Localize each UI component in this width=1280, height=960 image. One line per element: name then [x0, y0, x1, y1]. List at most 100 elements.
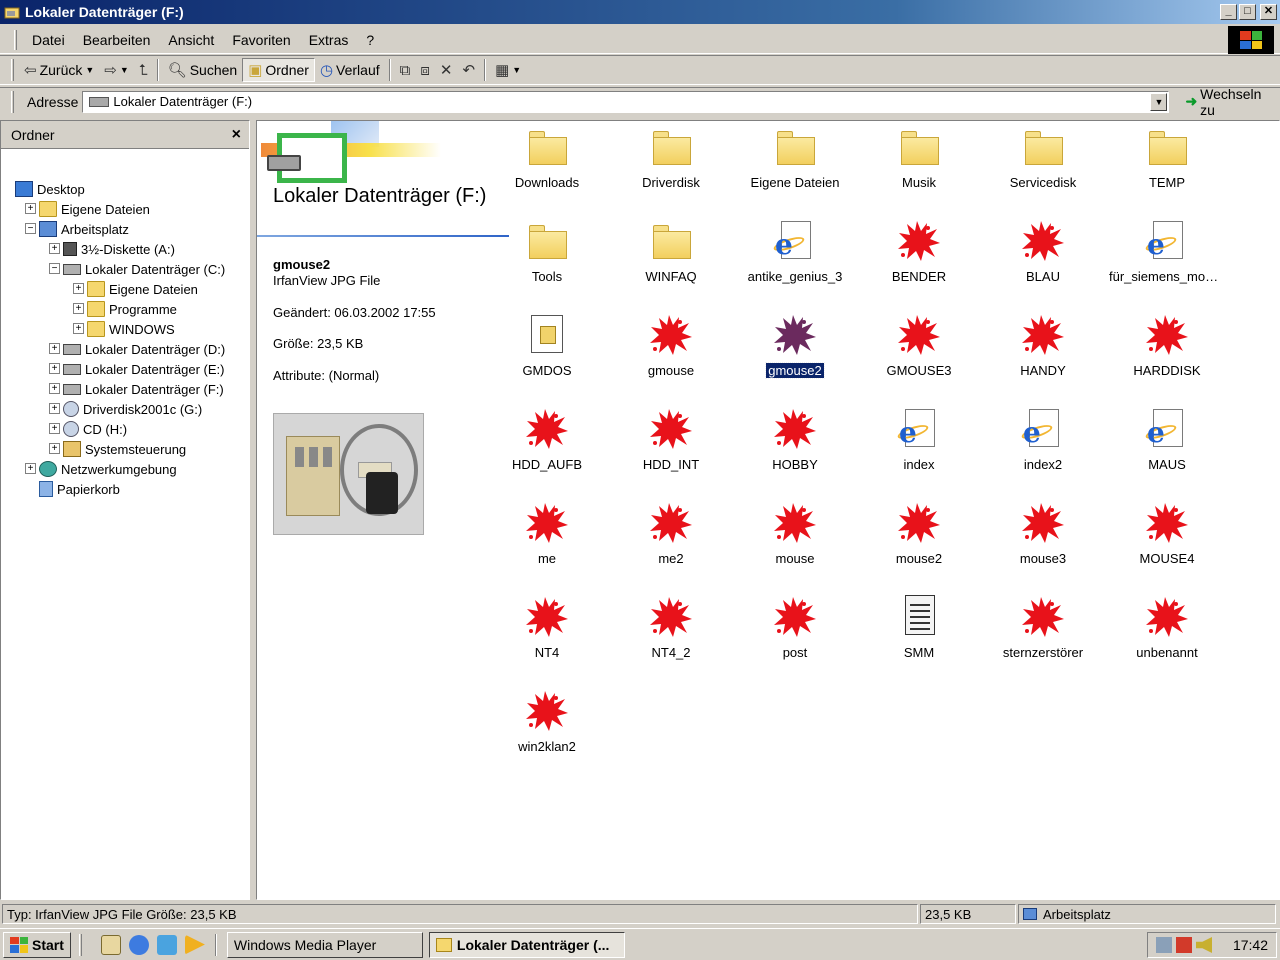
close-pane-icon[interactable]: × [232, 126, 241, 144]
file-item[interactable]: HDD_INT [611, 403, 731, 493]
back-dropdown-icon[interactable]: ▼ [85, 65, 94, 75]
show-desktop-icon[interactable] [100, 934, 121, 955]
tree-item[interactable]: + Eigene Dateien [73, 279, 198, 299]
clock[interactable]: 17:42 [1233, 937, 1268, 953]
file-item[interactable]: Servicedisk [983, 121, 1103, 211]
file-item[interactable]: e index2 [983, 403, 1103, 493]
tree-item[interactable]: − Lokaler Datenträger (C:) [49, 259, 225, 279]
go-button[interactable]: ➜ Wechseln zu [1185, 86, 1280, 118]
file-item[interactable]: mouse2 [859, 497, 979, 587]
file-item[interactable]: Downloads [487, 121, 607, 211]
expand-icon[interactable]: + [49, 343, 60, 354]
file-item[interactable]: e für_siemens_mobil... [1107, 215, 1227, 305]
menu-extras[interactable]: Extras [300, 30, 358, 50]
file-item[interactable]: sternzerstörer [983, 591, 1103, 681]
file-item[interactable]: me2 [611, 497, 731, 587]
expand-icon[interactable]: + [73, 283, 84, 294]
back-button[interactable]: ⇦ Zurück ▼ [19, 58, 99, 82]
expand-icon[interactable]: + [49, 363, 60, 374]
folders-button[interactable]: ▣ Ordner [242, 58, 315, 82]
file-item[interactable]: Musik [859, 121, 979, 211]
quicklaunch-grip[interactable] [78, 933, 82, 956]
delete-button[interactable]: ✕ [435, 58, 458, 82]
tree-item[interactable]: + Lokaler Datenträger (D:) [49, 339, 225, 359]
expand-icon[interactable]: + [25, 463, 36, 474]
expand-icon[interactable]: + [25, 203, 36, 214]
copy-to-button[interactable]: ⧈ [415, 58, 435, 82]
media-player-icon[interactable] [184, 934, 205, 955]
file-item[interactable]: Driverdisk [611, 121, 731, 211]
file-item[interactable]: BENDER [859, 215, 979, 305]
file-item[interactable]: Eigene Dateien [735, 121, 855, 211]
tree-item[interactable]: + Netzwerkumgebung [25, 459, 177, 479]
task-windows-media-player[interactable]: Windows Media Player [226, 931, 423, 958]
tree-item[interactable]: Desktop [15, 179, 85, 199]
search-button[interactable]: 🔍︎ Suchen [163, 58, 243, 82]
file-item[interactable]: MOUSE4 [1107, 497, 1227, 587]
move-to-button[interactable]: ⧉ [395, 58, 416, 82]
security-tray-icon[interactable] [1176, 937, 1192, 953]
minimize-button[interactable]: _ [1220, 4, 1237, 20]
file-item[interactable]: HOBBY [735, 403, 855, 493]
file-item[interactable]: GMDOS [487, 309, 607, 399]
file-item[interactable]: BLAU [983, 215, 1103, 305]
file-item[interactable]: unbenannt [1107, 591, 1227, 681]
address-input[interactable]: Lokaler Datenträger (F:) ▼ [82, 90, 1170, 113]
file-item[interactable]: e antike_genius_3 [735, 215, 855, 305]
file-item[interactable]: HANDY [983, 309, 1103, 399]
views-dropdown-icon[interactable]: ▼ [512, 65, 521, 75]
maximize-button[interactable]: □ [1239, 4, 1256, 20]
expand-icon[interactable]: + [49, 443, 60, 454]
tree-item[interactable]: + CD (H:) [49, 419, 127, 439]
expand-icon[interactable]: + [49, 243, 60, 254]
outlook-express-icon[interactable] [156, 934, 177, 955]
file-item[interactable]: WINFAQ [611, 215, 731, 305]
menu-ansicht[interactable]: Ansicht [159, 30, 223, 50]
file-item[interactable]: NT4 [487, 591, 607, 681]
history-button[interactable]: ◷ Verlauf [315, 58, 385, 82]
file-item[interactable]: NT4_2 [611, 591, 731, 681]
file-item[interactable]: TEMP [1107, 121, 1227, 211]
file-item[interactable]: me [487, 497, 607, 587]
file-item[interactable]: gmouse2 [735, 309, 855, 399]
close-button[interactable]: ✕ [1260, 4, 1277, 20]
views-button[interactable]: ▦ ▼ [490, 58, 526, 82]
expand-icon[interactable]: + [73, 323, 84, 334]
internet-explorer-icon[interactable] [128, 934, 149, 955]
task-explorer-window[interactable]: Lokaler Datenträger (... [428, 931, 625, 958]
file-item[interactable]: HDD_AUFB [487, 403, 607, 493]
tree-item[interactable]: +3½-Diskette (A:) [49, 239, 175, 259]
volume-icon[interactable] [1196, 937, 1212, 953]
file-item[interactable]: Tools [487, 215, 607, 305]
toolbar-grip[interactable] [11, 59, 14, 81]
collapse-icon[interactable]: − [49, 263, 60, 274]
file-item[interactable]: HARDDISK [1107, 309, 1227, 399]
tree-item[interactable]: + Driverdisk2001c (G:) [49, 399, 202, 419]
tree-item[interactable]: − Arbeitsplatz [25, 219, 129, 239]
file-item[interactable]: post [735, 591, 855, 681]
forward-dropdown-icon[interactable]: ▼ [120, 65, 129, 75]
expand-icon[interactable]: + [49, 403, 60, 414]
menu-favoriten[interactable]: Favoriten [223, 30, 299, 50]
tree-item[interactable]: Papierkorb [39, 479, 120, 499]
collapse-icon[interactable]: − [25, 223, 36, 234]
tree-item[interactable]: + Programme [73, 299, 177, 319]
tree-item[interactable]: + Eigene Dateien [25, 199, 150, 219]
file-item[interactable]: mouse3 [983, 497, 1103, 587]
undo-button[interactable]: ↶ [457, 58, 480, 82]
menu-grip[interactable] [14, 29, 17, 50]
expand-icon[interactable]: + [73, 303, 84, 314]
file-item[interactable]: SMM [859, 591, 979, 681]
expand-icon[interactable]: + [49, 383, 60, 394]
file-item[interactable]: mouse [735, 497, 855, 587]
tree-item[interactable]: + Systemsteuerung [49, 439, 186, 459]
tree-item[interactable]: + WINDOWS [73, 319, 175, 339]
file-item[interactable]: gmouse [611, 309, 731, 399]
tree-item[interactable]: + Lokaler Datenträger (F:) [49, 379, 224, 399]
up-folder-button[interactable]: ⮤ [134, 58, 153, 82]
network-tray-icon[interactable] [1156, 937, 1172, 953]
menu-bearbeiten[interactable]: Bearbeiten [74, 30, 160, 50]
address-grip[interactable] [11, 90, 14, 113]
menu-datei[interactable]: Datei [23, 30, 74, 50]
file-item[interactable]: win2klan2 [487, 685, 607, 775]
